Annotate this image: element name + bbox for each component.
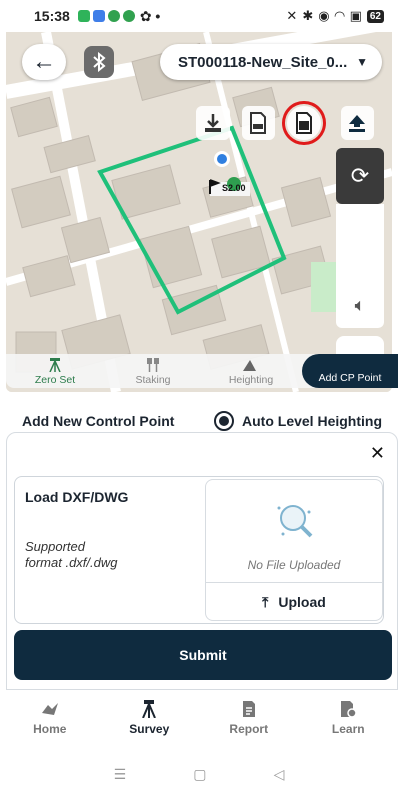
shield-icon: [122, 10, 135, 22]
system-navigation-bar: ☰ ▢ ◁: [0, 760, 398, 788]
add-control-point-label: Add New Control Point: [22, 413, 175, 429]
site-name: ST000118-New_Site_0...: [178, 53, 348, 71]
mode-tabs: Zero Set Staking Heighting Add CP Point: [6, 354, 398, 388]
submit-button-label: Submit: [179, 647, 227, 663]
report-icon: [242, 701, 255, 717]
nav-home[interactable]: Home: [0, 698, 100, 746]
map-canvas: [6, 32, 392, 392]
volume-icon[interactable]: 🔈︎: [355, 295, 366, 316]
upload-button[interactable]: ⤒ Upload: [206, 584, 382, 620]
nav-report-label: Report: [229, 722, 269, 736]
stakeout-icon: [204, 114, 221, 132]
rotate-icon: ⟳: [350, 163, 370, 188]
auto-level-heighting-label: Auto Level Heighting: [242, 413, 382, 429]
status-indicators: ✕ ✱ ◉ ◠ ▣ 62: [286, 8, 384, 24]
nav-learn[interactable]: Learn: [299, 698, 398, 746]
mute-icon: ✕: [286, 8, 298, 23]
map-toolbar: [196, 101, 386, 145]
status-bar: 15:38 ✿ • ✕ ✱ ◉ ◠ ▣ 62: [0, 0, 398, 32]
nfc-icon: ▣: [349, 8, 362, 23]
settings-icon: ✿ •: [139, 7, 161, 24]
location-icon: ◉: [318, 8, 330, 23]
app-notification-icon: [77, 10, 90, 22]
tab-zero-set-label: Zero Set: [34, 374, 76, 386]
nav-survey-label: Survey: [129, 722, 170, 736]
mountain-icon: [243, 360, 256, 371]
stakeout-tool-button[interactable]: [196, 106, 230, 140]
upload-icon: [349, 115, 366, 132]
divider: [206, 582, 382, 583]
bluetooth-status-icon: ✱: [302, 8, 314, 23]
tab-add-cp-point-label: Add CP Point: [318, 372, 382, 384]
stake-icon: [147, 358, 159, 372]
home-button-icon[interactable]: ▢: [193, 766, 206, 783]
survey-icon: [142, 700, 157, 718]
bluetooth-icon: [93, 52, 106, 72]
site-selector[interactable]: ST000118-New_Site_0... ▼: [160, 44, 382, 80]
csv-import-button[interactable]: [241, 106, 275, 140]
tab-staking[interactable]: Staking: [104, 356, 202, 386]
rotate-map-button[interactable]: ⟳: [336, 148, 384, 204]
wifi-icon: ◠: [334, 8, 345, 23]
upload-arrow-icon: ⤒: [262, 593, 269, 610]
nav-home-label: Home: [33, 722, 67, 736]
nav-report[interactable]: Report: [199, 698, 299, 746]
bluetooth-button[interactable]: [84, 46, 114, 78]
file-search-icon: [277, 505, 313, 538]
nav-learn-label: Learn: [331, 722, 365, 736]
upload-button-label: Upload: [278, 594, 326, 610]
status-time: 15:38: [34, 8, 70, 24]
marker-label: S2.00: [222, 183, 246, 193]
tab-staking-label: Staking: [135, 374, 171, 386]
learn-icon: [341, 701, 357, 718]
dxf-import-button[interactable]: [282, 101, 326, 145]
nav-survey[interactable]: Survey: [100, 698, 200, 746]
arrow-left-icon: ←: [32, 48, 56, 75]
tab-heighting[interactable]: Heighting: [202, 356, 300, 386]
tab-zero-set[interactable]: Zero Set: [6, 356, 104, 386]
tab-heighting-label: Heighting: [228, 374, 274, 386]
recent-apps-icon[interactable]: ☰: [114, 766, 127, 783]
close-icon[interactable]: ✕: [370, 443, 385, 464]
no-file-text: No File Uploaded: [247, 558, 341, 572]
back-button[interactable]: ←: [22, 44, 66, 80]
app-notification-icon: [92, 10, 105, 22]
supported-format-hint: Supported format .dxf/.dwg: [25, 539, 118, 570]
tab-add-cp-point[interactable]: Add CP Point: [302, 354, 398, 388]
back-triangle-icon[interactable]: ◁: [274, 766, 285, 783]
home-icon: [41, 703, 58, 715]
shield-icon: [107, 10, 120, 22]
dxf-upload-card: Load DXF/DWG Supported format .dxf/.dwg …: [14, 476, 384, 624]
tripod-icon: [49, 358, 61, 372]
submit-button[interactable]: Submit: [14, 630, 392, 680]
dxf-file-icon: [295, 112, 312, 134]
map-side-panel: 🔈︎: [336, 204, 384, 328]
upload-title: Load DXF/DWG: [25, 489, 129, 505]
bottom-navigation: Home Survey Report Learn: [0, 698, 398, 746]
auto-level-heighting-radio[interactable]: Auto Level Heighting: [214, 411, 382, 431]
upload-tool-button[interactable]: [340, 106, 374, 140]
csv-file-icon: [250, 112, 267, 134]
caret-down-icon: ▼: [356, 55, 368, 69]
battery-indicator: 62: [366, 9, 384, 23]
file-drop-zone[interactable]: No File Uploaded ⤒ Upload: [205, 479, 383, 621]
map-view[interactable]: S2.00: [6, 32, 392, 392]
radio-selected-icon: [214, 411, 234, 431]
